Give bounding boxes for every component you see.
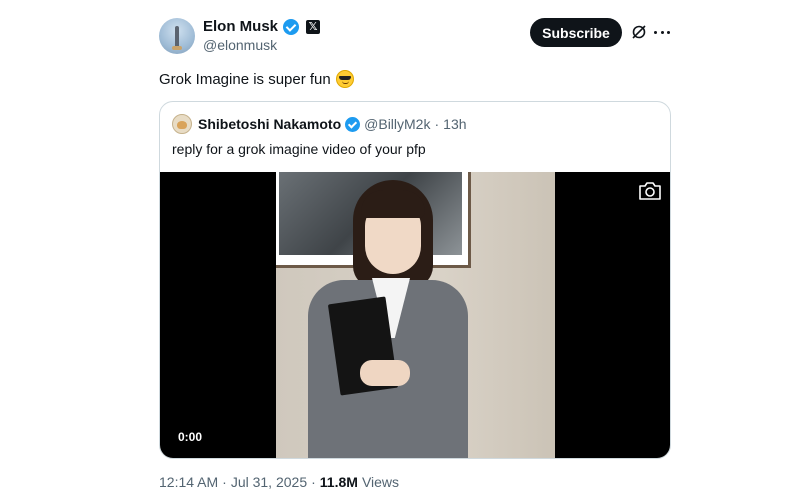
- grok-icon[interactable]: [631, 24, 647, 40]
- verified-badge-icon[interactable]: [283, 18, 300, 35]
- verified-badge-icon[interactable]: [345, 116, 361, 132]
- video-player[interactable]: 0:00: [160, 172, 670, 458]
- quote-author-handle[interactable]: @BillyM2k: [364, 116, 430, 132]
- more-icon[interactable]: [654, 24, 670, 40]
- tweet-text: Grok Imagine is super fun: [159, 70, 331, 88]
- author-name-row: Elon Musk 𝕏: [203, 18, 321, 35]
- video-timestamp: 0:00: [178, 430, 203, 444]
- quoted-tweet[interactable]: Shibetoshi Nakamoto @BillyM2k · 13h repl…: [159, 101, 671, 459]
- post-time[interactable]: 12:14 AM: [159, 474, 218, 490]
- quote-author-name[interactable]: Shibetoshi Nakamoto: [198, 116, 341, 132]
- subscribe-button[interactable]: Subscribe: [530, 18, 622, 47]
- footer-separator: ·: [311, 474, 316, 490]
- quote-author-avatar[interactable]: [172, 114, 192, 134]
- quote-text: reply for a grok imagine video of your p…: [172, 141, 426, 157]
- author-avatar[interactable]: [159, 18, 195, 54]
- post-date[interactable]: Jul 31, 2025: [231, 474, 307, 490]
- footer-separator: ·: [222, 474, 227, 490]
- tweet-text-row: Grok Imagine is super fun: [159, 70, 354, 88]
- camera-icon[interactable]: [638, 181, 662, 201]
- video-frame: [276, 172, 555, 458]
- quote-separator: ·: [434, 116, 440, 132]
- quote-header: Shibetoshi Nakamoto @BillyM2k · 13h: [198, 116, 467, 132]
- views-label: Views: [361, 474, 400, 490]
- author-name[interactable]: Elon Musk: [203, 18, 278, 35]
- smiling-face-with-sunglasses-emoji: [335, 70, 354, 88]
- author-handle[interactable]: @elonmusk: [203, 37, 277, 53]
- tweet-footer: 12:14 AM · Jul 31, 2025 · 11.8M Views: [159, 474, 399, 490]
- x-affiliate-badge-icon[interactable]: 𝕏: [306, 19, 321, 34]
- quote-time[interactable]: 13h: [443, 116, 466, 132]
- views-count[interactable]: 11.8M: [320, 474, 358, 490]
